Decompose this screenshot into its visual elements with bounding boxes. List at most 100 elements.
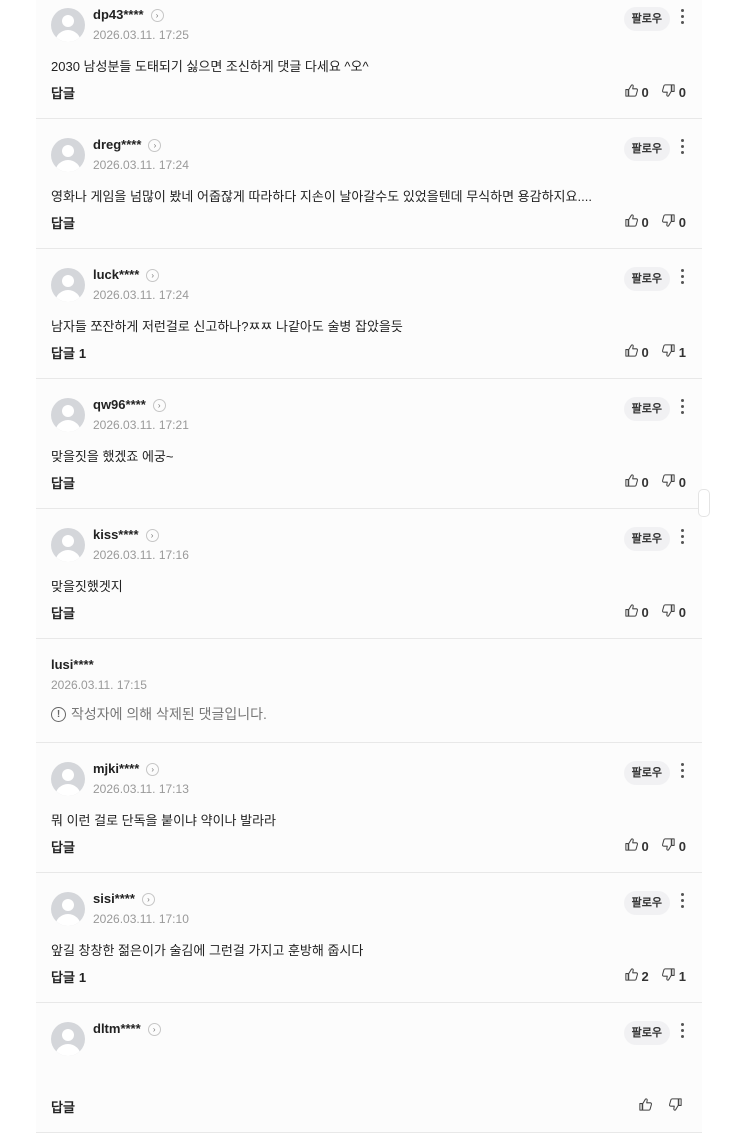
- follow-button[interactable]: 팔로우: [623, 761, 670, 785]
- thumbs-up-icon: [624, 343, 642, 361]
- avatar[interactable]: [51, 528, 85, 562]
- reply-button[interactable]: 답글: [51, 213, 79, 232]
- vote-group: 0 1: [612, 343, 686, 361]
- like-count: 0: [641, 474, 649, 490]
- dislike-button[interactable]: 0: [661, 213, 686, 231]
- comment-text: 뭐 이런 걸로 단독을 붙이냐 약이나 발라라: [51, 813, 276, 828]
- like-button[interactable]: 0: [624, 343, 649, 361]
- dislike-button[interactable]: 0: [661, 83, 686, 101]
- comment-author[interactable]: dreg**** ›: [93, 137, 162, 152]
- like-button[interactable]: 0: [624, 473, 649, 491]
- avatar[interactable]: [51, 138, 85, 172]
- comment-item: qw96**** › 2026.03.11. 17:21 팔로우 맞을짓을 했겠죠…: [36, 379, 702, 509]
- comment-author[interactable]: kiss**** ›: [93, 527, 159, 542]
- comment-item: dltm**** › 팔로우 답글: [36, 1003, 702, 1133]
- thumbs-down-icon: [668, 1097, 686, 1115]
- like-button[interactable]: [638, 1097, 656, 1115]
- dislike-button[interactable]: 0: [661, 473, 686, 491]
- comment-author[interactable]: sisi**** ›: [93, 891, 155, 906]
- follow-button[interactable]: 팔로우: [623, 267, 670, 291]
- like-button[interactable]: 0: [624, 603, 649, 621]
- follow-button[interactable]: 팔로우: [623, 1021, 670, 1045]
- thumbs-up-icon: [624, 837, 642, 855]
- reply-button[interactable]: 답글: [51, 837, 79, 856]
- thumbs-up-icon: [638, 1097, 656, 1115]
- like-button[interactable]: 2: [624, 967, 649, 985]
- dislike-button[interactable]: 1: [661, 967, 686, 985]
- more-options-icon[interactable]: [679, 9, 685, 27]
- comment-text: 남자들 쪼잔하게 저런걸로 신고하나?ㅉㅉ 나같아도 술병 잡았을듯: [51, 319, 403, 334]
- comment-text: 앞길 창창한 젊은이가 술김에 그런걸 가지고 훈방해 줍시다: [51, 943, 364, 958]
- comment-author[interactable]: luck**** ›: [93, 267, 160, 282]
- more-options-icon[interactable]: [679, 529, 685, 547]
- follow-button[interactable]: 팔로우: [623, 137, 670, 161]
- more-options-icon[interactable]: [679, 1023, 685, 1041]
- like-count: 0: [641, 84, 649, 100]
- dislike-button[interactable]: 1: [661, 343, 686, 361]
- thumbs-up-icon: [624, 967, 642, 985]
- reply-button[interactable]: 답글: [51, 473, 79, 492]
- thumbs-down-icon: [661, 967, 679, 985]
- comment-date: 2026.03.11. 17:24: [93, 158, 189, 172]
- follow-button[interactable]: 팔로우: [623, 527, 670, 551]
- comment-date: 2026.03.11. 17:15: [51, 678, 147, 692]
- avatar[interactable]: [51, 8, 85, 42]
- reply-button[interactable]: 답글: [51, 83, 79, 102]
- comment-item: mjki**** › 2026.03.11. 17:13 팔로우 뭐 이런 걸로 …: [36, 743, 702, 873]
- follow-button[interactable]: 팔로우: [623, 397, 670, 421]
- avatar[interactable]: [51, 762, 85, 796]
- chevron-right-icon[interactable]: ›: [152, 399, 166, 412]
- comment-date: 2026.03.11. 17:10: [93, 912, 189, 926]
- vote-group: [626, 1097, 686, 1115]
- reply-button[interactable]: 답글: [51, 1097, 79, 1116]
- more-options-icon[interactable]: [679, 763, 685, 781]
- like-count: 0: [641, 604, 649, 620]
- more-options-icon[interactable]: [679, 139, 685, 157]
- reply-count: 1: [78, 346, 87, 361]
- avatar[interactable]: [51, 892, 85, 926]
- vote-group: 0 0: [612, 837, 686, 855]
- chevron-right-icon[interactable]: ›: [141, 893, 155, 906]
- more-options-icon[interactable]: [679, 269, 685, 287]
- comment-author: lusi****: [51, 657, 94, 672]
- avatar[interactable]: [51, 268, 85, 302]
- like-count: 0: [641, 214, 649, 230]
- thumbs-down-icon: [661, 603, 679, 621]
- thumbs-down-icon: [661, 343, 679, 361]
- dislike-button[interactable]: [668, 1097, 686, 1115]
- dislike-button[interactable]: 0: [661, 837, 686, 855]
- deleted-message: ! 작성자에 의해 삭제된 댓글입니다.: [51, 704, 267, 724]
- reply-button[interactable]: 답글: [51, 603, 79, 622]
- like-button[interactable]: 0: [624, 83, 649, 101]
- comment-author[interactable]: dp43**** ›: [93, 7, 164, 22]
- scrollbar-handle[interactable]: [698, 489, 710, 517]
- chevron-right-icon[interactable]: ›: [147, 1023, 161, 1036]
- chevron-right-icon[interactable]: ›: [146, 763, 160, 776]
- like-button[interactable]: 0: [624, 837, 649, 855]
- reply-button[interactable]: 답글 1: [51, 967, 86, 986]
- chevron-right-icon[interactable]: ›: [145, 529, 159, 542]
- follow-button[interactable]: 팔로우: [623, 891, 670, 915]
- more-options-icon[interactable]: [679, 399, 685, 417]
- like-button[interactable]: 0: [624, 213, 649, 231]
- follow-button[interactable]: 팔로우: [623, 7, 670, 31]
- avatar[interactable]: [51, 398, 85, 432]
- comment-item: kiss**** › 2026.03.11. 17:16 팔로우 맞을짓했겟지 답…: [36, 509, 702, 639]
- chevron-right-icon[interactable]: ›: [148, 139, 162, 152]
- thumbs-down-icon: [661, 473, 679, 491]
- comment-text: 영화나 게임을 넘많이 봤네 어줍잖게 따라하다 지손이 날아갈수도 있었을텐데…: [51, 189, 592, 204]
- thumbs-up-icon: [624, 473, 642, 491]
- reply-button[interactable]: 답글 1: [51, 343, 86, 362]
- chevron-right-icon[interactable]: ›: [150, 9, 164, 22]
- info-icon: !: [51, 706, 66, 722]
- vote-group: 2 1: [612, 967, 686, 985]
- dislike-count: 1: [678, 344, 686, 360]
- avatar[interactable]: [51, 1022, 85, 1056]
- comment-author[interactable]: mjki**** ›: [93, 761, 160, 776]
- chevron-right-icon[interactable]: ›: [146, 269, 160, 282]
- more-options-icon[interactable]: [679, 893, 685, 911]
- comment-list: dp43**** › 2026.03.11. 17:25 팔로우 2030 남성분…: [36, 0, 710, 1133]
- comment-author[interactable]: qw96**** ›: [93, 397, 166, 412]
- dislike-button[interactable]: 0: [661, 603, 686, 621]
- vote-group: 0 0: [612, 473, 686, 491]
